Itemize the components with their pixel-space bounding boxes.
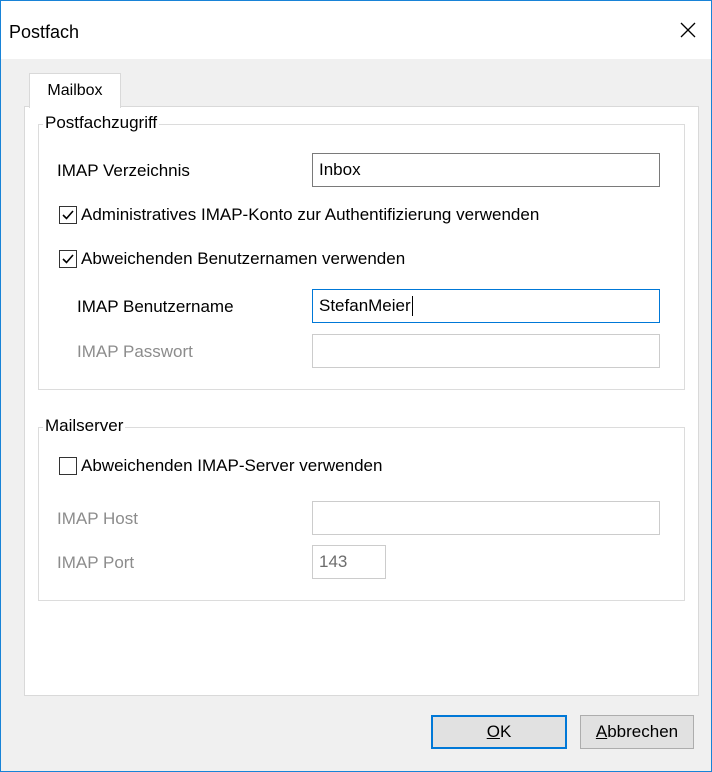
admin-account-label: Administratives IMAP-Konto zur Authentif… xyxy=(81,205,540,224)
checkmark-icon xyxy=(62,210,74,220)
imap-host-label: IMAP Host xyxy=(57,509,138,528)
imap-folder-value: Inbox xyxy=(319,160,361,179)
alt-username-checkbox-row[interactable]: Abweichenden Benutzernamen verwenden xyxy=(59,249,405,269)
cancel-mnemonic: A xyxy=(595,722,608,741)
imap-host-input[interactable] xyxy=(312,501,660,535)
imap-port-label: IMAP Port xyxy=(57,553,135,572)
imap-port-value: 143 xyxy=(319,552,348,571)
tab-panel-mailbox: Postfachzugriff IMAP Verzeichnis Inbox A… xyxy=(24,106,699,696)
imap-port-input[interactable]: 143 xyxy=(312,545,386,579)
imap-username-value: StefanMeier xyxy=(319,296,411,315)
window-title: Postfach xyxy=(9,22,80,42)
alt-username-checkbox[interactable] xyxy=(59,250,77,268)
group-mailserver: Mailserver Abweichenden IMAP-Server verw… xyxy=(38,416,685,601)
imap-username-input[interactable]: StefanMeier xyxy=(312,289,660,323)
imap-password-label: IMAP Passwort xyxy=(77,342,193,361)
ok-label-rest: K xyxy=(499,722,512,741)
admin-account-checkbox-row[interactable]: Administratives IMAP-Konto zur Authentif… xyxy=(59,205,539,225)
imap-folder-input[interactable]: Inbox xyxy=(312,153,660,187)
alt-username-label: Abweichenden Benutzernamen verwenden xyxy=(81,249,406,268)
ok-button[interactable]: OK xyxy=(431,715,567,749)
cancel-button[interactable]: Abbrechen xyxy=(580,715,694,749)
group-mailbox-access-caption: Postfachzugriff xyxy=(43,113,160,133)
imap-folder-label: IMAP Verzeichnis xyxy=(57,161,190,180)
tab-mailbox-label: Mailbox xyxy=(47,82,103,99)
dialog-client-area: Mailbox Postfachzugriff IMAP Verzeichnis… xyxy=(1,59,711,771)
imap-username-label: IMAP Benutzername xyxy=(77,297,234,316)
close-icon xyxy=(680,22,696,38)
title-bar[interactable]: Postfach xyxy=(1,1,711,59)
group-mailbox-access: Postfachzugriff IMAP Verzeichnis Inbox A… xyxy=(38,113,685,390)
tab-mailbox[interactable]: Mailbox xyxy=(29,73,121,108)
alt-server-checkbox-row[interactable]: Abweichenden IMAP-Server verwenden xyxy=(59,456,382,476)
alt-server-label: Abweichenden IMAP-Server verwenden xyxy=(81,456,383,475)
ok-mnemonic: O xyxy=(486,722,500,741)
admin-account-checkbox[interactable] xyxy=(59,206,77,224)
alt-server-checkbox[interactable] xyxy=(59,457,77,475)
text-caret xyxy=(411,296,413,316)
group-mailserver-caption: Mailserver xyxy=(43,416,126,436)
close-button[interactable] xyxy=(665,1,711,59)
dialog-window: Postfach Mailbox Postfachzugriff IMAP Ve… xyxy=(0,0,712,772)
cancel-label-rest: bbrechen xyxy=(607,722,679,741)
checkmark-icon xyxy=(62,254,74,264)
imap-password-input[interactable] xyxy=(312,334,660,368)
